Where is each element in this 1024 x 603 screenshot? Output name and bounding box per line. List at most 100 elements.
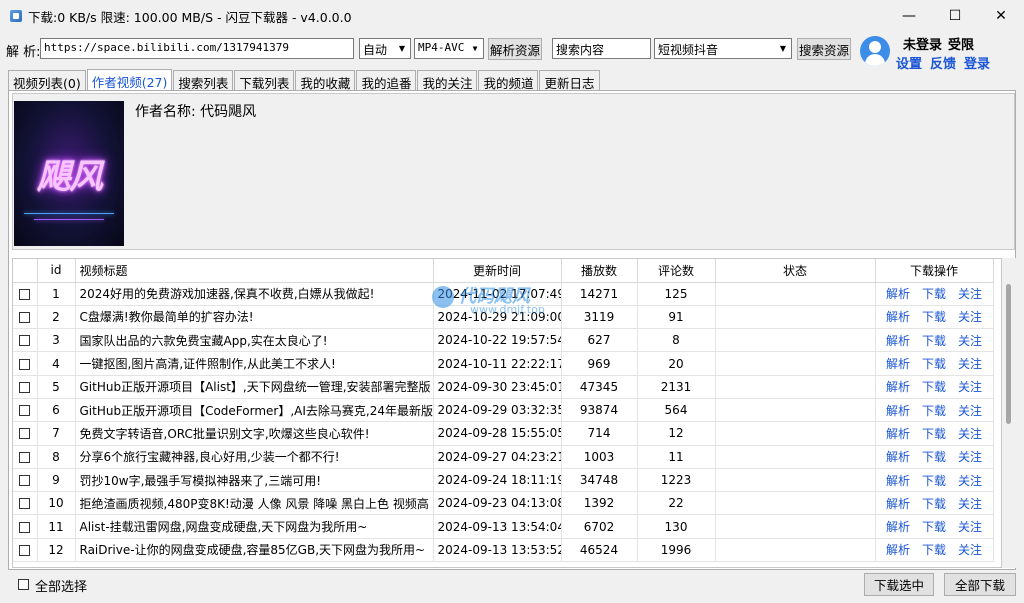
download-link[interactable]: 下载 xyxy=(922,334,946,348)
follow-link[interactable]: 关注 xyxy=(958,380,982,394)
row-plays: 969 xyxy=(561,351,638,376)
parse-link[interactable]: 解析 xyxy=(886,450,910,464)
avatar[interactable] xyxy=(860,36,890,66)
row-actions: 解析 下载 关注 xyxy=(875,351,994,376)
table-row[interactable]: 2 C盘爆满!教你最简单的扩容办法! 2024-10-29 21:09:00 3119… xyxy=(13,305,994,330)
select-all-checkbox[interactable] xyxy=(18,579,29,590)
row-plays: 3119 xyxy=(561,305,638,330)
follow-link[interactable]: 关注 xyxy=(958,497,982,511)
table-row[interactable]: 8 分享6个旅行宝藏神器,良心好用,少装一个都不行! 2024-09-27 04:2… xyxy=(13,445,994,469)
download-link[interactable]: 下载 xyxy=(922,404,946,418)
download-selected-button[interactable]: 下载选中 xyxy=(864,573,934,596)
row-status xyxy=(715,514,876,539)
follow-link[interactable]: 关注 xyxy=(958,310,982,324)
tab-changelog[interactable]: 更新日志 xyxy=(539,70,600,91)
row-checkbox[interactable] xyxy=(19,451,31,463)
parse-button[interactable]: 解析资源 xyxy=(488,38,542,60)
row-checkbox[interactable] xyxy=(19,544,31,556)
close-button[interactable]: ✕ xyxy=(978,0,1024,32)
table-row[interactable]: 5 GitHub正版开源项目【Alist】,天下网盘统一管理,安装部署完整版 202… xyxy=(13,375,994,399)
follow-link[interactable]: 关注 xyxy=(958,357,982,371)
row-checkbox[interactable] xyxy=(19,311,31,323)
parse-link[interactable]: 解析 xyxy=(886,357,910,371)
download-link[interactable]: 下载 xyxy=(922,497,946,511)
row-checkbox[interactable] xyxy=(19,475,31,487)
search-button[interactable]: 搜索资源 xyxy=(797,38,851,60)
row-actions: 解析 下载 关注 xyxy=(875,445,994,469)
download-all-button[interactable]: 全部下载 xyxy=(944,573,1016,596)
row-checkbox[interactable] xyxy=(19,521,31,533)
title-bar: 下载:0 KB/s 限速: 100.00 MB/S - 闪豆下载器 - v4.0… xyxy=(0,0,1024,32)
maximize-button[interactable]: ☐ xyxy=(932,0,978,32)
table-row[interactable]: 6 GitHub正版开源项目【CodeFormer】,AI去除马赛克,24年最新版… xyxy=(13,398,994,423)
follow-link[interactable]: 关注 xyxy=(958,520,982,534)
parse-link[interactable]: 解析 xyxy=(886,543,910,557)
parse-link[interactable]: 解析 xyxy=(886,404,910,418)
parse-link[interactable]: 解析 xyxy=(886,497,910,511)
table-row[interactable]: 3 国家队出品的六款免费宝藏App,实在太良心了! 2024-10-22 19:57… xyxy=(13,328,994,353)
follow-link[interactable]: 关注 xyxy=(958,450,982,464)
parse-link[interactable]: 解析 xyxy=(886,380,910,394)
row-comments: 1996 xyxy=(637,538,716,563)
row-checkbox[interactable] xyxy=(19,358,31,370)
parse-link[interactable]: 解析 xyxy=(886,474,910,488)
download-link[interactable]: 下载 xyxy=(922,450,946,464)
download-link[interactable]: 下载 xyxy=(922,427,946,441)
parse-link[interactable]: 解析 xyxy=(886,334,910,348)
tab-following[interactable]: 我的关注 xyxy=(417,70,478,91)
follow-link[interactable]: 关注 xyxy=(958,474,982,488)
tab-search-list[interactable]: 搜索列表 xyxy=(173,70,234,91)
download-link[interactable]: 下载 xyxy=(922,287,946,301)
tab-video-list[interactable]: 视频列表(0) xyxy=(8,70,86,91)
row-checkbox-cell xyxy=(13,514,38,539)
row-checkbox-cell xyxy=(13,468,38,493)
table-row[interactable]: 1 2024好用的免费游戏加速器,保真不收费,白嫖从我做起! 2024-11-02 … xyxy=(13,282,994,306)
table-row[interactable]: 10 拒绝渣画质视频,480P变8K!动漫 人像 风景 降噪 黑白上色 视频高 20… xyxy=(13,491,994,516)
table-row[interactable]: 4 一键抠图,图片高清,证件照制作,从此美工不求人! 2024-10-11 22:2… xyxy=(13,351,994,376)
parse-link[interactable]: 解析 xyxy=(886,427,910,441)
row-id: 2 xyxy=(37,305,76,330)
table-row[interactable]: 11 Alist-挂载迅雷网盘,网盘变成硬盘,天下网盘为我所用~ 2024-09-1… xyxy=(13,514,994,539)
tab-channels[interactable]: 我的频道 xyxy=(478,70,539,91)
tab-following-shows[interactable]: 我的追番 xyxy=(356,70,417,91)
row-checkbox[interactable] xyxy=(19,288,31,300)
url-input[interactable]: https://space.bilibili.com/1317941379 xyxy=(40,38,354,59)
row-checkbox[interactable] xyxy=(19,498,31,510)
table-row[interactable]: 7 免费文字转语音,ORC批量识别文字,吹爆这些良心软件! 2024-09-28 1… xyxy=(13,421,994,446)
platform-select[interactable]: 短视频抖音 ▼ xyxy=(654,38,792,59)
table-row[interactable]: 9 罚抄10w字,最强手写模拟神器来了,三端可用! 2024-09-24 18:11… xyxy=(13,468,994,493)
login-link[interactable]: 登录 xyxy=(964,53,990,72)
download-link[interactable]: 下载 xyxy=(922,310,946,324)
parse-link[interactable]: 解析 xyxy=(886,520,910,534)
download-link[interactable]: 下载 xyxy=(922,380,946,394)
tab-favorites[interactable]: 我的收藏 xyxy=(295,70,356,91)
follow-link[interactable]: 关注 xyxy=(958,543,982,557)
follow-link[interactable]: 关注 xyxy=(958,334,982,348)
download-link[interactable]: 下载 xyxy=(922,357,946,371)
row-time: 2024-09-13 13:53:52 xyxy=(433,538,562,563)
download-link[interactable]: 下载 xyxy=(922,474,946,488)
table-scrollbar[interactable] xyxy=(1002,258,1016,568)
scrollbar-thumb[interactable] xyxy=(1006,284,1011,424)
tab-download-list[interactable]: 下载列表 xyxy=(234,70,295,91)
download-link[interactable]: 下载 xyxy=(922,543,946,557)
follow-link[interactable]: 关注 xyxy=(958,427,982,441)
row-checkbox[interactable] xyxy=(19,335,31,347)
parse-link[interactable]: 解析 xyxy=(886,310,910,324)
tab-author-videos[interactable]: 作者视频(27) xyxy=(86,69,173,91)
row-checkbox[interactable] xyxy=(19,428,31,440)
search-input[interactable]: 搜索内容 xyxy=(552,38,651,59)
minimize-button[interactable]: — xyxy=(886,0,932,32)
parse-link[interactable]: 解析 xyxy=(886,287,910,301)
follow-link[interactable]: 关注 xyxy=(958,404,982,418)
row-checkbox[interactable] xyxy=(19,381,31,393)
format-select[interactable]: MP4-AVC ▼ xyxy=(414,38,484,59)
download-link[interactable]: 下载 xyxy=(922,520,946,534)
quality-select[interactable]: 自动 ▼ xyxy=(359,38,411,59)
settings-link[interactable]: 设置 xyxy=(896,53,922,72)
table-row[interactable]: 12 RaiDrive-让你的网盘变成硬盘,容量85亿GB,天下网盘为我所用~ 20… xyxy=(13,538,994,563)
row-id: 9 xyxy=(37,468,76,493)
follow-link[interactable]: 关注 xyxy=(958,287,982,301)
feedback-link[interactable]: 反馈 xyxy=(930,53,956,72)
row-checkbox[interactable] xyxy=(19,405,31,417)
